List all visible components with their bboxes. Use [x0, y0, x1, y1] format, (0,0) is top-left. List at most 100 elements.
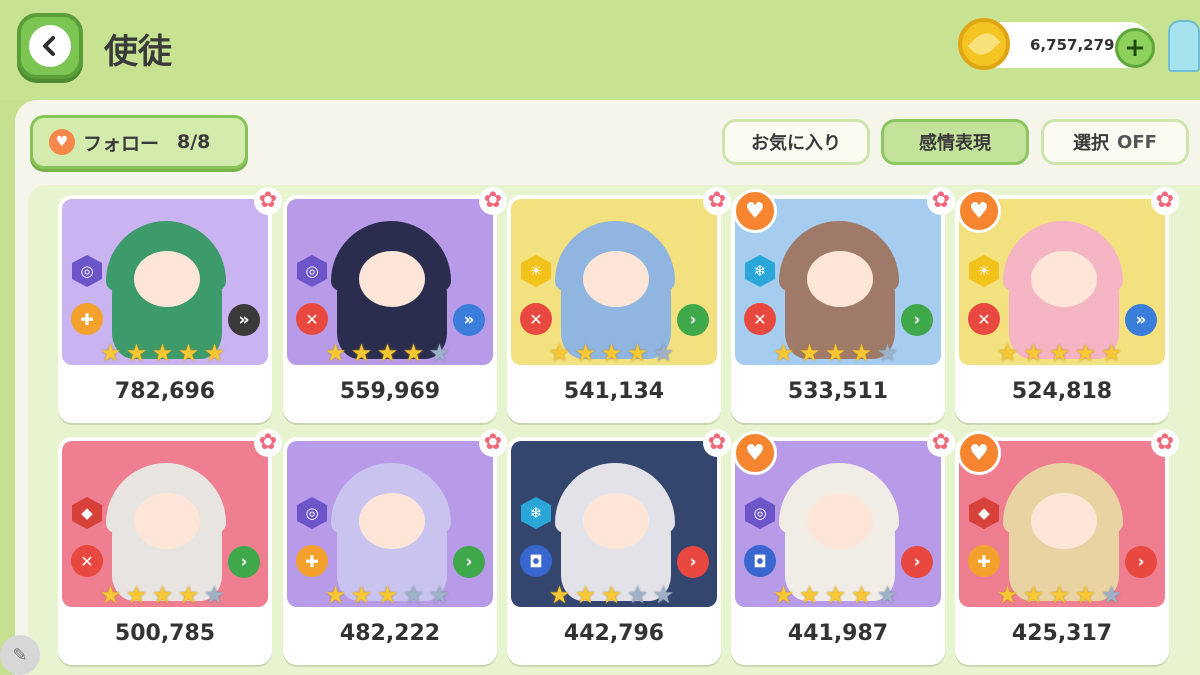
- flower-icon[interactable]: ✿: [254, 429, 282, 457]
- character-card[interactable]: ◎ ✚» ★ ★ ★ ★ ★ 782,696 ✿: [58, 187, 282, 423]
- star-icon: ★: [772, 581, 795, 609]
- role-icon: ✕: [71, 545, 103, 577]
- star-icon: ★: [177, 581, 200, 609]
- star-icon: ★: [850, 581, 873, 609]
- star-icon: ★: [574, 581, 597, 609]
- character-face: [807, 493, 873, 549]
- character-card[interactable]: ◆ ✕ › ★ ★ ★ ★ ★ 500,785 ✿: [58, 429, 282, 665]
- rank-arrow-icon: ›: [453, 546, 485, 578]
- star-icon: ★: [203, 581, 226, 609]
- rank-arrow-icon: ›: [901, 304, 933, 336]
- heart-icon: ♥: [49, 129, 75, 155]
- star-icon: ★: [1100, 339, 1123, 367]
- character-face: [359, 493, 425, 549]
- role-icon: ✕: [744, 303, 776, 335]
- star-rating: ★ ★ ★ ★ ★: [98, 583, 227, 608]
- character-card[interactable]: ☀ ✕» ★ ★ ★ ★ ★ 524,818 ✿ ♥: [955, 187, 1179, 423]
- character-card[interactable]: ❄ ◘ › ★ ★ ★ ★ ★ 442,796 ✿: [507, 429, 731, 665]
- add-currency-button[interactable]: +: [1115, 28, 1155, 68]
- follow-filter-button[interactable]: ♥ フォロー 8/8: [30, 115, 248, 169]
- combat-power: 425,317: [1011, 621, 1113, 646]
- flower-icon[interactable]: ✿: [703, 429, 731, 457]
- flower-icon[interactable]: ✿: [479, 429, 507, 457]
- role-icon: ◘: [520, 545, 552, 577]
- star-rating: ★ ★ ★ ★ ★: [98, 341, 227, 366]
- rank-arrow-icon: ›: [1125, 546, 1157, 578]
- combat-power: 541,134: [563, 379, 665, 404]
- element-icon: ◎: [297, 497, 327, 529]
- star-icon: ★: [402, 581, 425, 609]
- combat-power: 482,222: [339, 621, 441, 646]
- star-icon: ★: [99, 581, 122, 609]
- rank-arrow-icon: »: [453, 304, 485, 336]
- star-icon: ★: [996, 339, 1019, 367]
- heart-icon: ♥: [733, 189, 777, 233]
- flower-icon[interactable]: ✿: [254, 187, 282, 215]
- element-icon: ❄: [521, 497, 551, 529]
- chevron-left-icon: [29, 25, 71, 67]
- companion-sprite-icon[interactable]: [1168, 20, 1200, 72]
- favorites-button[interactable]: お気に入り: [722, 119, 870, 165]
- character-card[interactable]: ◎ ✚ › ★ ★ ★ ★ ★ 482,222 ✿: [283, 429, 507, 665]
- star-icon: ★: [798, 581, 821, 609]
- flower-icon[interactable]: ✿: [479, 187, 507, 215]
- currency-amount: 6,757,279: [1030, 36, 1115, 54]
- combat-power: 559,969: [339, 379, 441, 404]
- favorites-label: お気に入り: [751, 133, 841, 154]
- star-icon: ★: [626, 581, 649, 609]
- star-icon: ★: [350, 581, 373, 609]
- role-icon: ✕: [968, 303, 1000, 335]
- page-title: 使徒: [104, 32, 172, 72]
- character-face: [134, 493, 200, 549]
- rank-arrow-icon: ›: [677, 546, 709, 578]
- star-icon: ★: [151, 581, 174, 609]
- star-rating: ★ ★ ★ ★ ★: [547, 583, 676, 608]
- pen-icon[interactable]: ✎: [0, 635, 40, 675]
- role-icon: ✚: [71, 303, 103, 335]
- flower-icon[interactable]: ✿: [927, 429, 955, 457]
- character-card[interactable]: ◆ ✚ › ★ ★ ★ ★ ★ 425,317 ✿ ♥: [955, 429, 1179, 665]
- star-icon: ★: [548, 339, 571, 367]
- element-icon: ☀: [521, 255, 551, 287]
- star-icon: ★: [548, 581, 571, 609]
- star-rating: ★ ★ ★ ★ ★: [323, 341, 452, 366]
- element-icon: ◎: [745, 497, 775, 529]
- star-icon: ★: [350, 339, 373, 367]
- star-icon: ★: [798, 339, 821, 367]
- flower-icon[interactable]: ✿: [1151, 187, 1179, 215]
- character-card[interactable]: ◎ ◘ › ★ ★ ★ ★ ★ 441,987 ✿ ♥: [731, 429, 955, 665]
- flower-icon[interactable]: ✿: [703, 187, 731, 215]
- leaf-coin-icon: [958, 18, 1010, 70]
- star-icon: ★: [125, 581, 148, 609]
- star-rating: ★ ★ ★ ★ ★: [771, 341, 900, 366]
- emotion-label: 感情表現: [919, 133, 991, 154]
- emotion-button[interactable]: 感情表現: [881, 119, 1029, 165]
- element-icon: ◆: [72, 497, 102, 529]
- character-card[interactable]: ❄ ✕ › ★ ★ ★ ★ ★ 533,511 ✿ ♥: [731, 187, 955, 423]
- star-icon: ★: [99, 339, 122, 367]
- rank-arrow-icon: ›: [677, 304, 709, 336]
- star-icon: ★: [177, 339, 200, 367]
- star-rating: ★ ★ ★ ★ ★: [771, 583, 900, 608]
- star-rating: ★ ★ ★ ★ ★: [995, 341, 1124, 366]
- star-icon: ★: [428, 581, 451, 609]
- flower-icon[interactable]: ✿: [927, 187, 955, 215]
- select-toggle-button[interactable]: 選択 OFF: [1041, 119, 1189, 165]
- combat-power: 524,818: [1011, 379, 1113, 404]
- character-card[interactable]: ☀ ✕ › ★ ★ ★ ★ ★ 541,134 ✿: [507, 187, 731, 423]
- star-icon: ★: [324, 339, 347, 367]
- star-icon: ★: [600, 581, 623, 609]
- star-icon: ★: [1048, 581, 1071, 609]
- element-icon: ☀: [969, 255, 999, 287]
- star-icon: ★: [376, 581, 399, 609]
- star-icon: ★: [1074, 339, 1097, 367]
- flower-icon[interactable]: ✿: [1151, 429, 1179, 457]
- combat-power: 500,785: [114, 621, 216, 646]
- back-button[interactable]: [17, 13, 83, 79]
- top-bar: 使徒 6,757,279 +: [0, 0, 1200, 100]
- character-card[interactable]: ◎ ✕» ★ ★ ★ ★ ★ 559,969 ✿: [283, 187, 507, 423]
- combat-power: 782,696: [114, 379, 216, 404]
- star-rating: ★ ★ ★ ★ ★: [547, 341, 676, 366]
- role-icon: ◘: [744, 545, 776, 577]
- star-icon: ★: [824, 581, 847, 609]
